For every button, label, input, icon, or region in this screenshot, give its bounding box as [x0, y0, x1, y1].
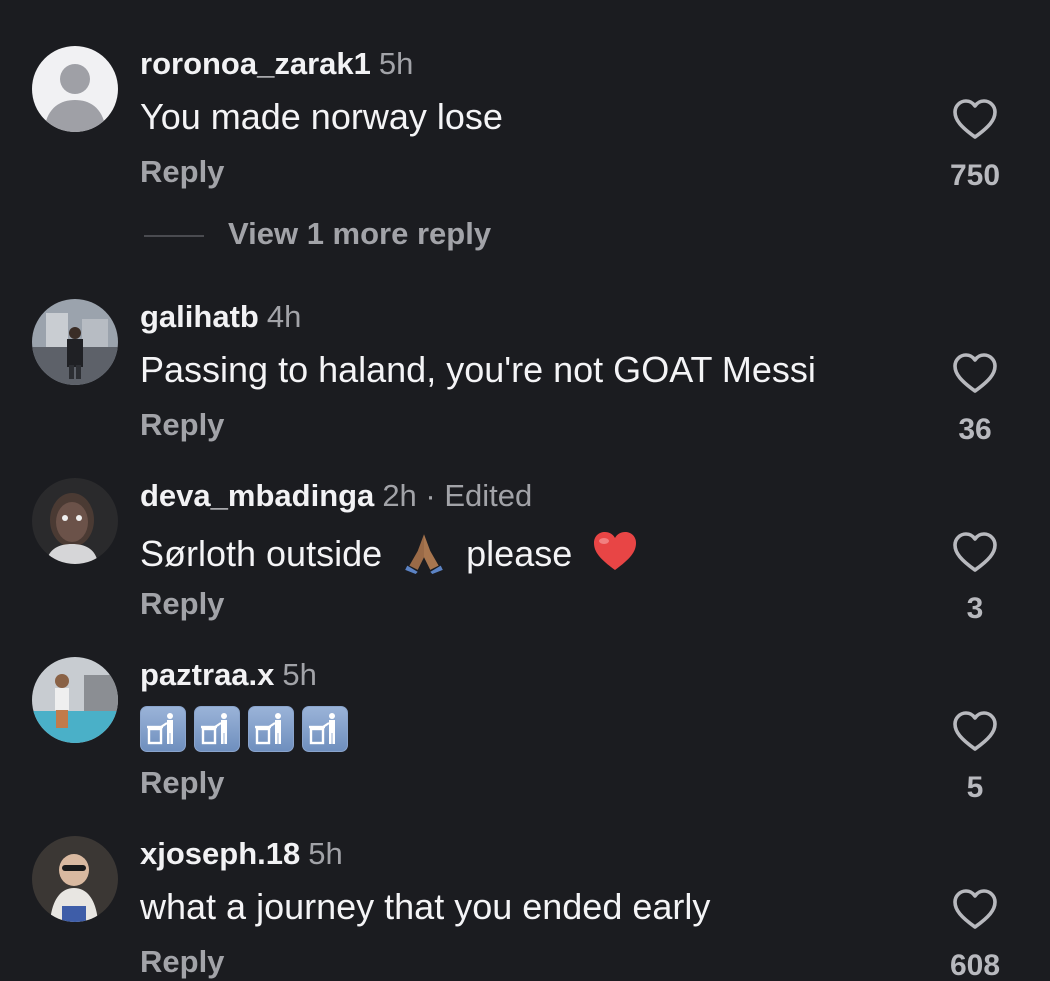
timestamp: 2h [382, 478, 417, 513]
profile-photo [32, 836, 118, 922]
profile-photo [32, 478, 118, 564]
timestamp: 4h [266, 299, 302, 334]
reply-button[interactable]: Reply [140, 944, 224, 980]
like-count: 36 [958, 413, 992, 446]
comment-meta: roronoa_zarak1 5h [140, 46, 413, 82]
timestamp: 5h [378, 46, 414, 81]
like-count: 3 [966, 592, 984, 625]
comment-text-part: please [466, 533, 573, 574]
comment-meta: xjoseph.18 5h [140, 836, 343, 872]
folded-hands-emoji [405, 534, 443, 574]
avatar[interactable] [32, 46, 118, 132]
username[interactable]: roronoa_zarak1 [140, 46, 371, 81]
red-heart-emoji [594, 532, 637, 570]
comment-text: Sørloth outside please [140, 528, 638, 575]
comment-text: what a journey that you ended early [140, 886, 711, 927]
username[interactable]: galihatb [140, 299, 259, 334]
username[interactable]: xjoseph.18 [140, 836, 300, 871]
comment-text-part: Sørloth outside [140, 533, 383, 574]
litter-in-bin-sign-emoji [302, 706, 348, 752]
comment-text: Passing to haland, you're not GOAT Messi [140, 349, 816, 390]
edited-label: · Edited [425, 478, 533, 513]
like-button[interactable]: 3 [944, 531, 1006, 627]
avatar[interactable] [32, 478, 118, 564]
reply-button[interactable]: Reply [140, 407, 224, 443]
reply-button[interactable]: Reply [140, 765, 224, 801]
comment-meta: paztraa.x 5h [140, 657, 317, 693]
like-button[interactable]: 5 [944, 710, 1006, 806]
heart-outline-icon [953, 532, 997, 572]
comment-text: You made norway lose [140, 96, 503, 137]
profile-photo [32, 657, 118, 743]
litter-in-bin-sign-emoji [248, 706, 294, 752]
like-button[interactable]: 36 [944, 352, 1006, 448]
timestamp: 5h [308, 836, 343, 871]
username[interactable]: deva_mbadinga [140, 478, 374, 513]
view-more-label: View 1 more reply [228, 216, 492, 251]
like-count: 750 [949, 159, 1001, 192]
avatar[interactable] [32, 657, 118, 743]
avatar[interactable] [32, 299, 118, 385]
like-count: 608 [949, 949, 1001, 981]
timestamp: 5h [282, 657, 317, 692]
comment-meta: deva_mbadinga 2h · Edited [140, 478, 532, 514]
heart-outline-icon [953, 99, 997, 139]
like-count: 5 [966, 771, 984, 804]
divider-line [144, 234, 204, 237]
reply-button[interactable]: Reply [140, 586, 224, 622]
like-button[interactable]: 608 [944, 888, 1006, 981]
comment-meta: galihatb 4h [140, 299, 301, 335]
litter-in-bin-sign-emoji [194, 706, 240, 752]
view-more-replies-button[interactable]: View 1 more reply [144, 216, 491, 252]
reply-button[interactable]: Reply [140, 154, 224, 190]
emoji-row [140, 706, 348, 752]
default-avatar-icon [32, 46, 118, 132]
heart-outline-icon [953, 353, 997, 393]
profile-photo [32, 299, 118, 385]
heart-outline-icon [953, 889, 997, 929]
heart-outline-icon [953, 711, 997, 751]
comment-feed: roronoa_zarak1 5h You made norway lose Re… [0, 0, 1050, 981]
litter-in-bin-sign-emoji [140, 706, 186, 752]
username[interactable]: paztraa.x [140, 657, 274, 692]
avatar[interactable] [32, 836, 118, 922]
like-button[interactable]: 750 [944, 98, 1006, 194]
